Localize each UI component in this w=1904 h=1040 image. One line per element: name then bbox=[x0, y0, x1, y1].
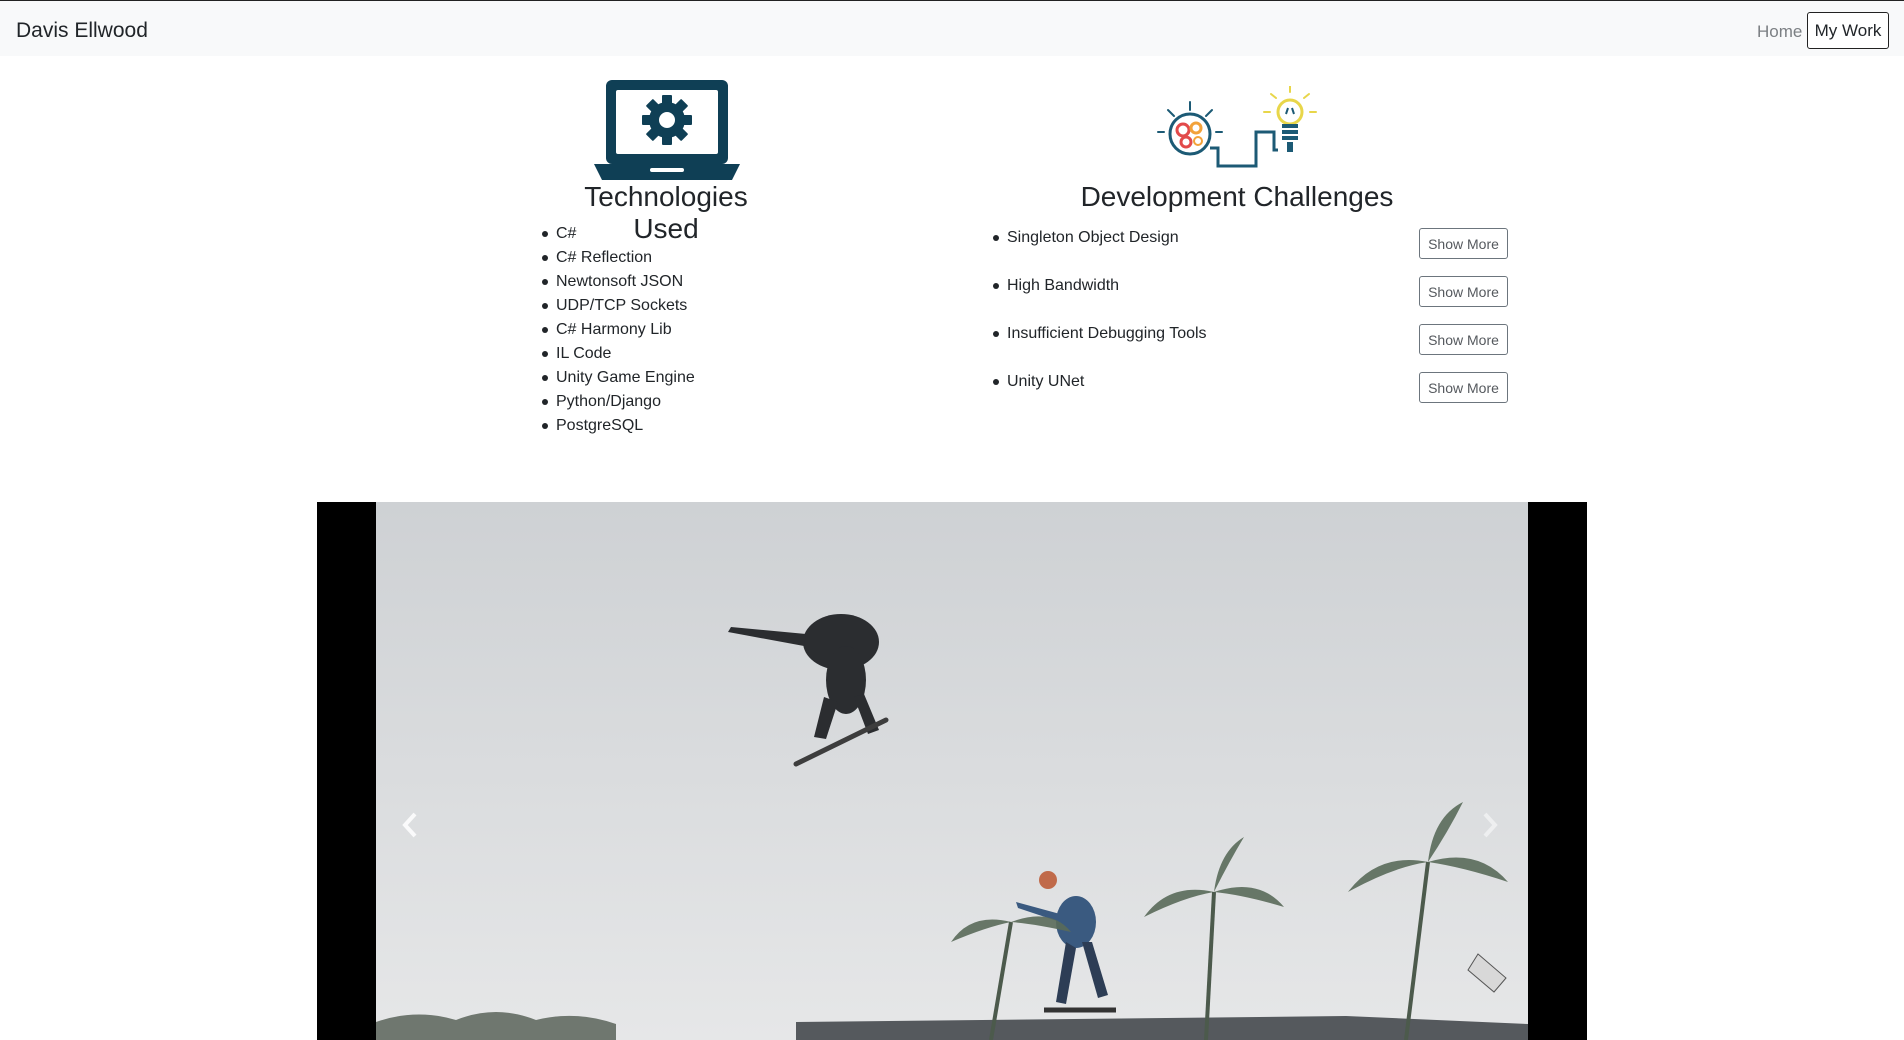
list-item: UDP/TCP Sockets bbox=[540, 294, 695, 318]
show-more-button[interactable]: Show More bbox=[1419, 324, 1508, 355]
list-item: High Bandwidth Show More bbox=[990, 274, 1508, 310]
previous-chevron-icon[interactable] bbox=[402, 812, 418, 838]
list-item: C# bbox=[540, 222, 695, 246]
challenge-label: Unity UNet bbox=[1007, 373, 1085, 390]
list-item: Unity UNet Show More bbox=[990, 370, 1508, 406]
skateboarding-gameplay-video bbox=[376, 502, 1528, 1040]
show-more-button[interactable]: Show More bbox=[1419, 276, 1508, 307]
list-item: Newtonsoft JSON bbox=[540, 270, 695, 294]
list-item: IL Code bbox=[540, 342, 695, 366]
challenge-label: High Bandwidth bbox=[1007, 277, 1120, 294]
list-item: PostgreSQL bbox=[540, 414, 695, 438]
list-item: Insufficient Debugging Tools Show More bbox=[990, 322, 1508, 358]
list-item: C# Reflection bbox=[540, 246, 695, 270]
navbar: Davis Ellwood Home My Work bbox=[0, 0, 1904, 56]
show-more-button[interactable]: Show More bbox=[1419, 228, 1508, 259]
bullet bbox=[993, 331, 999, 337]
bullet bbox=[993, 283, 999, 289]
laptop-gear-icon bbox=[594, 80, 740, 180]
list-item: Unity Game Engine bbox=[540, 366, 695, 390]
list-item: Python/Django bbox=[540, 390, 695, 414]
list-item: C# Harmony Lib bbox=[540, 318, 695, 342]
video-player[interactable] bbox=[317, 502, 1587, 1040]
nav-home-link[interactable]: Home bbox=[1757, 22, 1802, 42]
challenge-label: Insufficient Debugging Tools bbox=[1007, 325, 1207, 342]
list-item: Singleton Object Design Show More bbox=[990, 226, 1508, 262]
brain-lightbulb-icon bbox=[1157, 86, 1317, 168]
show-more-button[interactable]: Show More bbox=[1419, 372, 1508, 403]
brand-link[interactable]: Davis Ellwood bbox=[16, 19, 148, 43]
challenges-title: Development Challenges bbox=[1080, 181, 1394, 212]
bullet bbox=[993, 235, 999, 241]
technologies-list: C# C# Reflection Newtonsoft JSON UDP/TCP… bbox=[540, 222, 695, 438]
bullet bbox=[993, 379, 999, 385]
nav-my-work-link[interactable]: My Work bbox=[1807, 12, 1889, 49]
next-chevron-icon[interactable] bbox=[1482, 812, 1498, 838]
challenge-label: Singleton Object Design bbox=[1007, 229, 1179, 246]
